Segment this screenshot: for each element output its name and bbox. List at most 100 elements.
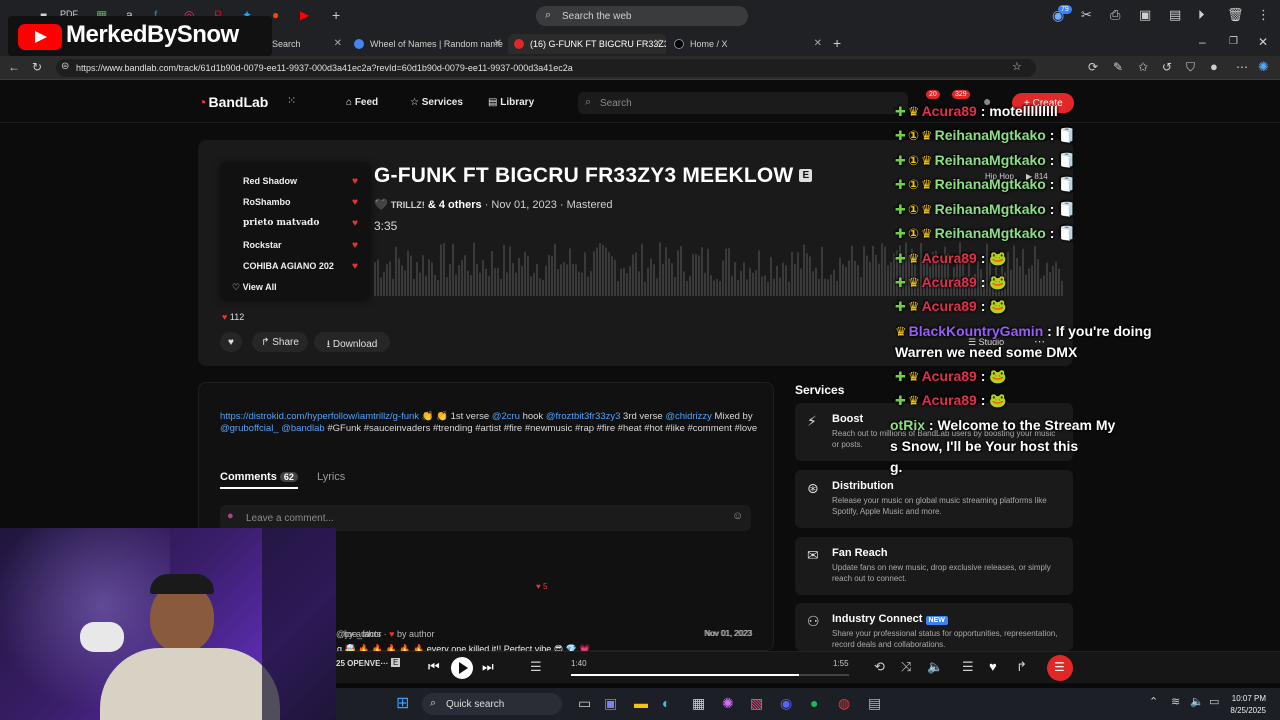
- like-button[interactable]: ♥: [220, 332, 242, 352]
- spotify-icon[interactable]: ●: [810, 696, 818, 710]
- volume-icon[interactable]: 🔈: [927, 660, 943, 673]
- clipboard-icon[interactable]: ▤: [1169, 8, 1181, 21]
- url-field[interactable]: ⊜ https://www.bandlab.com/track/61d1b90d…: [56, 59, 1036, 77]
- nav-services[interactable]: ☆ Services: [410, 97, 463, 108]
- service-fan-reach[interactable]: ✉ Fan Reach Update fans on new music, dr…: [795, 537, 1073, 595]
- close-icon[interactable]: ✕: [494, 38, 502, 49]
- capture-icon[interactable]: ▣: [1139, 8, 1151, 21]
- heart-icon[interactable]: ♥: [989, 660, 997, 673]
- copilot-app-icon[interactable]: ✺: [722, 696, 734, 710]
- favorites-icon[interactable]: ✩: [1138, 61, 1148, 73]
- queue-icon[interactable]: ☰: [530, 660, 542, 673]
- mention-link[interactable]: @bandlab: [281, 423, 324, 434]
- teams-icon[interactable]: ▣: [604, 696, 617, 710]
- taskbar-search[interactable]: ⌕ Quick search: [422, 693, 562, 715]
- download-button[interactable]: ⭳ Download: [314, 332, 390, 352]
- wifi-icon[interactable]: ≋: [1171, 697, 1180, 708]
- refresh-icon[interactable]: ↻: [32, 61, 42, 73]
- mention-link[interactable]: @2cru: [492, 411, 520, 422]
- extension-icon[interactable]: ⟳: [1088, 61, 1098, 73]
- queue-toggle-button[interactable]: ☰: [1047, 655, 1073, 681]
- progress-track[interactable]: [571, 674, 849, 676]
- trash-icon[interactable]: 🗑: [1227, 8, 1244, 21]
- repeat-icon[interactable]: ⟲: [874, 660, 885, 673]
- discord-icon[interactable]: ◉: [780, 696, 792, 710]
- store-icon[interactable]: ▦: [692, 696, 705, 710]
- mention-link[interactable]: @gruboffcial_: [220, 423, 279, 434]
- youtube-icon[interactable]: ▶: [300, 9, 309, 21]
- site-info-icon[interactable]: ⊜: [61, 62, 69, 72]
- window-close-icon[interactable]: ✕: [1258, 36, 1268, 48]
- task-view-icon[interactable]: ▭: [578, 696, 591, 710]
- close-icon[interactable]: ✕: [654, 38, 662, 49]
- clock-date[interactable]: 8/25/2025: [1226, 706, 1266, 715]
- more-icon[interactable]: ⋮: [1257, 8, 1270, 21]
- distrokid-link[interactable]: https://distrokid.com/hyperfollow/iamtri…: [220, 411, 419, 422]
- close-icon[interactable]: ✕: [334, 38, 342, 49]
- top-search-input[interactable]: ⌕ Search the web: [536, 6, 748, 26]
- bandlab-search-input[interactable]: ⌕ Search: [578, 92, 908, 114]
- new-tab-icon[interactable]: +: [833, 36, 841, 50]
- close-icon[interactable]: ✕: [814, 38, 822, 49]
- reddit-icon[interactable]: ●: [272, 9, 279, 21]
- nav-library[interactable]: ▤ Library: [488, 97, 534, 108]
- others-link[interactable]: & 4 others: [428, 199, 482, 211]
- clock-time[interactable]: 10:07 PM: [1230, 694, 1266, 703]
- liker-name[interactable]: RoShambo: [243, 197, 291, 207]
- speaker-icon[interactable]: 🔈: [1190, 697, 1204, 708]
- liker-name[interactable]: COHIBA AGIANO 202: [243, 261, 334, 271]
- liker-name[interactable]: Red Shadow: [243, 176, 297, 186]
- emoji-icon[interactable]: ☺: [732, 511, 743, 522]
- play-button[interactable]: [451, 657, 473, 679]
- tab-comments[interactable]: Comments 62: [220, 471, 298, 489]
- shield-icon[interactable]: ⛉: [1186, 61, 1195, 73]
- favorite-star-icon[interactable]: ☆: [1012, 62, 1022, 73]
- comment-like-count[interactable]: ♥ 5: [536, 582, 547, 591]
- mention-link[interactable]: @chidrizzy: [665, 411, 712, 422]
- scissors-icon[interactable]: ✂: [1081, 8, 1092, 21]
- desc-text: hook: [519, 411, 546, 422]
- artist-link[interactable]: TRILLZ!: [391, 200, 425, 210]
- liker-name[interactable]: Rockstar: [243, 240, 282, 250]
- playlist-add-icon[interactable]: ☰: [962, 660, 974, 673]
- back-icon[interactable]: ←: [8, 61, 20, 73]
- file-explorer-icon[interactable]: ▬: [634, 696, 648, 710]
- copilot-icon[interactable]: ✺: [1258, 60, 1269, 73]
- obs-icon[interactable]: ◍: [838, 696, 850, 710]
- next-icon[interactable]: ⏭: [482, 660, 494, 673]
- player-track-name[interactable]: 25 OPENVE···: [336, 659, 388, 668]
- mention-link[interactable]: @froztbit3fr33zy3: [546, 411, 621, 422]
- play-circle-icon[interactable]: ⏵: [1198, 8, 1205, 21]
- maximize-icon[interactable]: ❐: [1229, 37, 1238, 47]
- waveform-bar: [848, 260, 850, 296]
- history-icon[interactable]: ↺: [1162, 61, 1172, 73]
- apps-grid-icon[interactable]: ⁙: [287, 96, 296, 107]
- previous-icon[interactable]: ⏮: [428, 660, 440, 673]
- tab-wheel-of-names[interactable]: Wheel of Names | Random name ✕: [348, 34, 506, 54]
- view-all-link[interactable]: ♡ View All: [232, 282, 277, 293]
- shuffle-icon[interactable]: ⤨: [901, 660, 911, 673]
- liker-name[interactable]: prieto matvado: [243, 218, 319, 228]
- windows-start-icon[interactable]: ⊞: [396, 696, 409, 712]
- share-button[interactable]: ↱ Share: [252, 332, 308, 352]
- service-distribution[interactable]: ⊛ Distribution Release your music on glo…: [795, 470, 1073, 528]
- profile-avatar-icon[interactable]: ●: [1210, 60, 1218, 73]
- app-icon[interactable]: ▧: [750, 696, 763, 710]
- comment-user[interactable]: @joe_facts: [336, 629, 381, 639]
- service-industry-connect[interactable]: ⚇ Industry Connect NEW Share your profes…: [795, 603, 1073, 651]
- edge-icon[interactable]: ◐: [662, 696, 670, 710]
- share-icon[interactable]: ↱: [1016, 660, 1027, 673]
- tab-lyrics[interactable]: Lyrics: [317, 471, 345, 483]
- minimize-icon[interactable]: –: [1199, 36, 1206, 48]
- pen-icon[interactable]: ✎: [1113, 61, 1123, 73]
- menu-dots-icon[interactable]: ⋯: [1236, 61, 1248, 73]
- notepad-icon[interactable]: ▤: [868, 696, 881, 710]
- nav-feed[interactable]: ⌂ Feed: [346, 97, 378, 108]
- tab-x-home[interactable]: Home / X ✕: [668, 34, 826, 54]
- battery-icon[interactable]: ▭: [1209, 697, 1219, 708]
- print-icon[interactable]: ⎙: [1110, 8, 1120, 21]
- bandlab-logo[interactable]: ◔ BandLab: [198, 94, 268, 110]
- tray-chevron-icon[interactable]: ⌃: [1149, 697, 1158, 708]
- new-bookmark-icon[interactable]: +: [332, 8, 340, 22]
- tab-bandlab-track[interactable]: (16) G-FUNK FT BIGCRU FR33Z3 ✕: [508, 34, 666, 54]
